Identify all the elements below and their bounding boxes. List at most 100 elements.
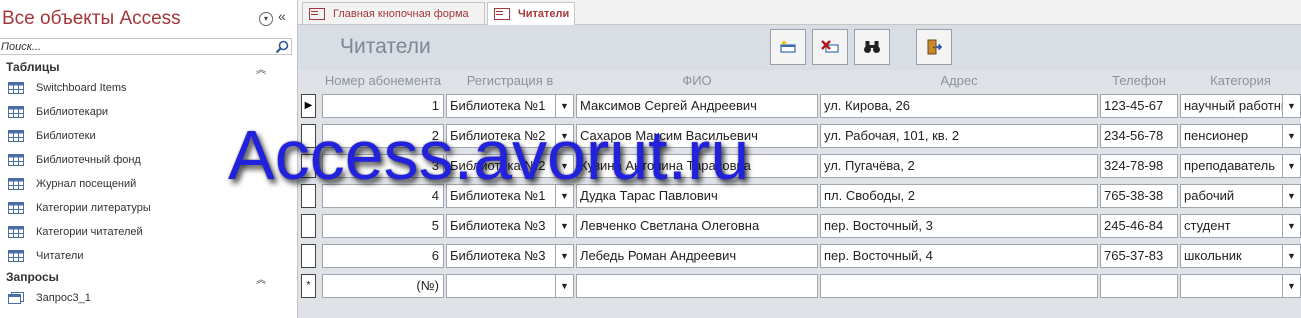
record-selector-current[interactable]: ▶ — [301, 94, 316, 118]
address-field[interactable]: пер. Восточный, 4 — [820, 244, 1098, 268]
fio-field[interactable]: Максимов Сергей Андреевич — [576, 94, 818, 118]
card-number-field[interactable]: 2 — [322, 124, 444, 148]
search-icon[interactable] — [275, 40, 289, 54]
dropdown-arrow-icon[interactable]: ▼ — [555, 125, 573, 147]
find-record-button[interactable] — [854, 29, 890, 65]
address-field[interactable]: ул. Кирова, 26 — [820, 94, 1098, 118]
library-combo[interactable]: Библиотека №1 ▼ — [446, 184, 574, 208]
fio-field[interactable]: Левченко Светлана Олеговна — [576, 214, 818, 238]
category-combo[interactable]: студент ▼ — [1180, 214, 1301, 238]
card-number-field[interactable]: 4 — [322, 184, 444, 208]
dropdown-arrow-icon[interactable]: ▼ — [1282, 215, 1300, 237]
phone-field[interactable]: 324-78-98 — [1100, 154, 1178, 178]
table-icon — [8, 178, 24, 191]
tab-readers[interactable]: Читатели — [487, 2, 575, 25]
dropdown-arrow-icon[interactable]: ▼ — [1282, 185, 1300, 207]
card-number-field[interactable]: 5 — [322, 214, 444, 238]
record-selector-new[interactable]: * — [301, 274, 316, 298]
column-header-library: Регистрация в — [466, 73, 554, 88]
category-combo[interactable]: ▼ — [1180, 274, 1301, 298]
delete-record-button[interactable] — [812, 29, 848, 65]
record-selector[interactable] — [301, 124, 316, 148]
address-field[interactable]: пер. Восточный, 3 — [820, 214, 1098, 238]
table-icon — [8, 250, 24, 263]
record-selector[interactable] — [301, 184, 316, 208]
dropdown-arrow-icon[interactable]: ▼ — [555, 245, 573, 267]
dropdown-arrow-icon[interactable]: ▼ — [1282, 155, 1300, 177]
phone-field[interactable]: 234-56-78 — [1100, 124, 1178, 148]
group-header-queries[interactable]: Запросы — [6, 270, 59, 284]
address-field[interactable] — [820, 274, 1098, 298]
fio-field[interactable]: Лебедь Роман Андреевич — [576, 244, 818, 268]
collapse-group-queries-icon[interactable]: ︽ — [256, 271, 266, 286]
search-input[interactable]: Поиск... — [0, 38, 292, 55]
new-record-icon — [780, 40, 796, 53]
nav-item-table[interactable]: Категории литературы — [8, 199, 151, 217]
category-combo[interactable]: преподаватель ▼ — [1180, 154, 1301, 178]
fio-field[interactable]: Сахаров Максим Васильевич — [576, 124, 818, 148]
address-field[interactable]: ул. Рабочая, 101, кв. 2 — [820, 124, 1098, 148]
collapse-group-tables-icon[interactable]: ︽ — [256, 61, 266, 76]
card-number-field[interactable]: 3 — [322, 154, 444, 178]
phone-field[interactable]: 245-46-84 — [1100, 214, 1178, 238]
library-combo[interactable]: Библиотека №2 ▼ — [446, 124, 574, 148]
table-icon — [8, 226, 24, 239]
category-combo[interactable]: пенсионер ▼ — [1180, 124, 1301, 148]
dropdown-arrow-icon[interactable]: ▼ — [555, 275, 573, 297]
library-value: Библиотека №1 — [450, 98, 546, 113]
group-header-tables[interactable]: Таблицы — [6, 60, 59, 74]
library-combo[interactable]: ▼ — [446, 274, 574, 298]
fio-field[interactable]: Кузина Антонина Тарасовна — [576, 154, 818, 178]
fio-field[interactable]: Дудка Тарас Павлович — [576, 184, 818, 208]
dropdown-arrow-icon[interactable]: ▼ — [1282, 275, 1300, 297]
dropdown-arrow-icon[interactable]: ▼ — [1282, 125, 1300, 147]
nav-item-table[interactable]: Switchboard Items — [8, 79, 126, 97]
nav-item-table[interactable]: Журнал посещений — [8, 175, 136, 193]
library-combo[interactable]: Библиотека №3 ▼ — [446, 244, 574, 268]
fio-field[interactable] — [576, 274, 818, 298]
phone-field[interactable]: 765-38-38 — [1100, 184, 1178, 208]
tab-main-switchboard[interactable]: Главная кнопочная форма — [302, 2, 485, 24]
phone-field[interactable]: 765-37-83 — [1100, 244, 1178, 268]
card-number-field[interactable]: 6 — [322, 244, 444, 268]
nav-item-table[interactable]: Библиотекари — [8, 103, 108, 121]
nav-item-query[interactable]: Запрос3_1 — [8, 289, 91, 307]
nav-menu-dropdown-icon[interactable]: ▾ — [259, 12, 273, 26]
dropdown-arrow-icon[interactable]: ▼ — [1282, 95, 1300, 117]
nav-item-table[interactable]: Библиотечный фонд — [8, 151, 141, 169]
collapse-pane-icon[interactable]: « — [278, 8, 286, 24]
nav-item-table[interactable]: Библиотеки — [8, 127, 96, 145]
phone-field[interactable] — [1100, 274, 1178, 298]
dropdown-arrow-icon[interactable]: ▼ — [555, 95, 573, 117]
address-field[interactable]: пл. Свободы, 2 — [820, 184, 1098, 208]
category-value: научный работник — [1184, 98, 1294, 113]
nav-item-table[interactable]: Читатели — [8, 247, 84, 265]
card-number-field[interactable]: 1 — [322, 94, 444, 118]
dropdown-arrow-icon[interactable]: ▼ — [555, 215, 573, 237]
record-selector[interactable] — [301, 214, 316, 238]
column-header-phone: Телефон — [1112, 73, 1166, 88]
dropdown-arrow-icon[interactable]: ▼ — [555, 155, 573, 177]
phone-field[interactable]: 123-45-67 — [1100, 94, 1178, 118]
card-number-field[interactable]: (№) — [322, 274, 444, 298]
library-combo[interactable]: Библиотека №1 ▼ — [446, 94, 574, 118]
category-value: студент — [1184, 218, 1231, 233]
category-combo[interactable]: рабочий ▼ — [1180, 184, 1301, 208]
category-combo[interactable]: научный работник ▼ — [1180, 94, 1301, 118]
library-combo[interactable]: Библиотека №3 ▼ — [446, 214, 574, 238]
dropdown-arrow-icon[interactable]: ▼ — [555, 185, 573, 207]
binoculars-icon — [864, 41, 880, 53]
dropdown-arrow-icon[interactable]: ▼ — [1282, 245, 1300, 267]
nav-item-label: Switchboard Items — [36, 82, 127, 94]
nav-pane-title[interactable]: Все объекты Access — [2, 8, 181, 30]
category-combo[interactable]: школьник ▼ — [1180, 244, 1301, 268]
new-record-button[interactable] — [770, 29, 806, 65]
close-form-button[interactable] — [916, 29, 952, 65]
address-field[interactable]: ул. Пугачёва, 2 — [820, 154, 1098, 178]
nav-item-label: Журнал посещений — [36, 178, 137, 190]
record-selector[interactable] — [301, 154, 316, 178]
nav-item-table[interactable]: Категории читателей — [8, 223, 143, 241]
record-selector[interactable] — [301, 244, 316, 268]
library-combo[interactable]: Библиотека №2 ▼ — [446, 154, 574, 178]
table-icon — [8, 106, 24, 119]
